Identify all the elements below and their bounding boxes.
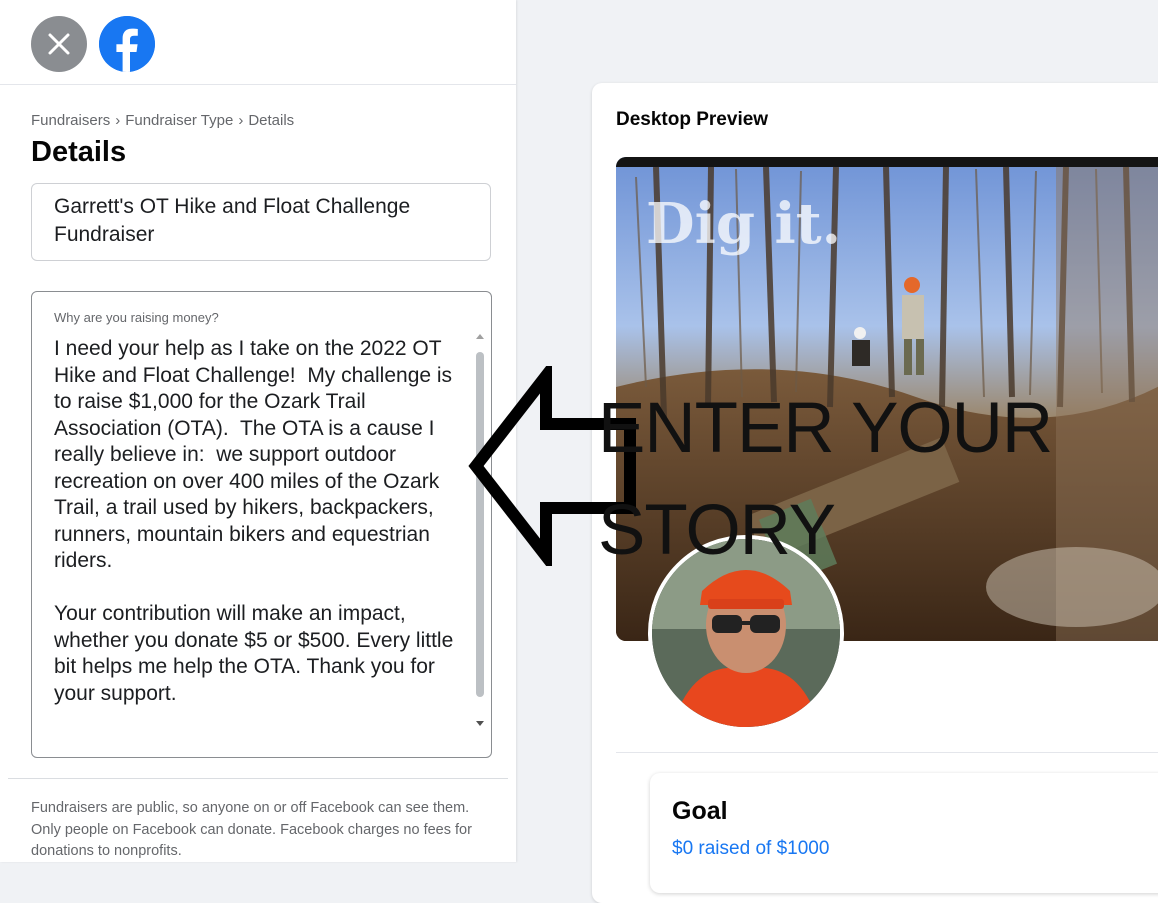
cover-overlay-text: Dig it. xyxy=(646,191,842,257)
breadcrumb-details: Details xyxy=(248,112,295,129)
breadcrumb-fundraiser-type[interactable]: Fundraiser Type xyxy=(125,112,233,129)
top-bar xyxy=(0,0,516,85)
scroll-up-arrow-icon[interactable] xyxy=(476,334,484,339)
scroll-thumb[interactable] xyxy=(476,352,484,697)
preview-divider xyxy=(616,752,1158,753)
goal-card xyxy=(650,773,1158,893)
breadcrumb-separator: › xyxy=(115,112,121,129)
preview-label: Desktop Preview xyxy=(616,109,769,130)
goal-title: Goal xyxy=(672,797,728,825)
close-button[interactable] xyxy=(31,16,87,72)
page-title: Details xyxy=(31,136,127,168)
facebook-logo-icon[interactable] xyxy=(99,16,155,72)
disclaimer-text: Fundraisers are public, so anyone on or … xyxy=(31,800,472,859)
story-text[interactable]: I need your help as I take on the 2022 O… xyxy=(54,336,454,707)
fundraiser-title-input[interactable]: Garrett's OT Hike and Float Challenge Fu… xyxy=(31,183,491,261)
breadcrumb-fundraisers[interactable]: Fundraisers xyxy=(31,112,110,129)
close-icon xyxy=(48,33,70,55)
story-scrollbar[interactable] xyxy=(473,332,487,742)
breadcrumb: Fundraisers › Fundraiser Type › Details xyxy=(31,112,294,129)
details-panel: Fundraisers › Fundraiser Type › Details Deta… xyxy=(0,0,516,862)
goal-raised-link[interactable]: $0 raised of $1000 xyxy=(672,838,829,860)
avatar-image xyxy=(652,539,840,727)
story-textarea[interactable]: Why are you raising money? I need your h… xyxy=(31,291,492,758)
scroll-down-arrow-icon[interactable] xyxy=(476,721,484,726)
story-field-label: Why are you raising money? xyxy=(54,310,219,325)
avatar xyxy=(648,535,844,731)
divider xyxy=(8,778,508,779)
breadcrumb-separator: › xyxy=(238,112,244,129)
